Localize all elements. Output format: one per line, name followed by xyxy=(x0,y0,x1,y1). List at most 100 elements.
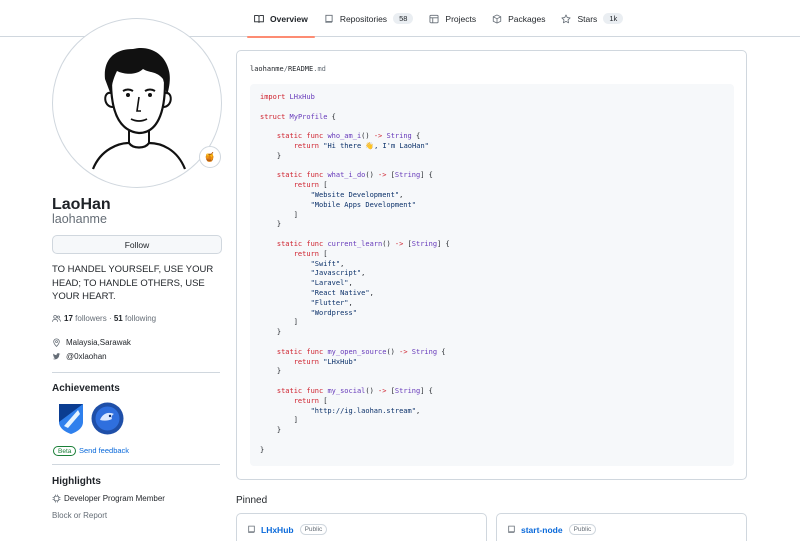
location-row: Malaysia,Sarawak xyxy=(52,338,131,347)
code-line: "Flutter", xyxy=(260,299,724,309)
code-line: "http://ig.laohan.stream", xyxy=(260,407,724,417)
readme-code-block: import LHxHub struct MyProfile { static … xyxy=(250,84,734,466)
following-link[interactable]: 51 following xyxy=(114,314,156,323)
location-icon xyxy=(53,338,60,347)
code-token: "Javascript" xyxy=(310,269,362,278)
achievement-badge-arctic-vault[interactable] xyxy=(56,402,86,434)
code-token: func xyxy=(306,171,324,180)
code-token: "Hi there 👋, I'm LaoHan" xyxy=(323,141,429,150)
avatar[interactable] xyxy=(52,18,222,188)
people-icon xyxy=(52,315,61,322)
follow-button[interactable]: Follow xyxy=(52,235,222,254)
code-token: () xyxy=(361,132,374,141)
tab-projects[interactable]: Projects xyxy=(422,0,483,37)
repo-icon xyxy=(508,525,515,533)
send-feedback-link[interactable]: Send feedback xyxy=(79,446,129,455)
code-token: } xyxy=(260,426,282,435)
code-token: MyProfile xyxy=(289,112,328,121)
code-token: ] xyxy=(260,210,298,219)
block-report-link[interactable]: Block or Report xyxy=(52,511,107,520)
profile-login: laohanme xyxy=(52,212,107,226)
code-token: , xyxy=(361,269,366,278)
code-line: "Mobile Apps Development" xyxy=(260,201,724,211)
tab-repositories[interactable]: Repositories 58 xyxy=(317,0,421,37)
profile-tabs: Overview Repositories 58 Projects Packag… xyxy=(247,0,632,38)
code-token: static xyxy=(276,386,303,395)
code-token: ] { xyxy=(420,171,433,180)
code-line: static func my_open_source() -> String { xyxy=(260,348,724,358)
tab-stars[interactable]: Stars 1k xyxy=(554,0,630,37)
profile-bio: TO HANDEL YOURSELF, USE YOUR HEAD; TO HA… xyxy=(52,264,214,302)
code-token: LHxHub xyxy=(289,93,315,101)
repo-icon xyxy=(325,14,333,23)
code-token: } xyxy=(260,151,282,160)
code-token: "React Native" xyxy=(310,288,370,297)
shark-badge-icon xyxy=(91,402,124,435)
code-token: [ xyxy=(386,386,395,395)
status-emoji[interactable]: 🍯 xyxy=(199,146,221,168)
code-token: ] { xyxy=(437,239,450,248)
code-token: () xyxy=(386,347,400,356)
code-token: "Mobile Apps Development" xyxy=(310,200,416,209)
code-token: [ xyxy=(319,249,328,258)
pinned-repo-link[interactable]: LHxHub Public xyxy=(247,524,328,535)
pinned-repo-link[interactable]: start-node Public xyxy=(507,524,597,535)
code-token: my_open_source xyxy=(327,347,387,356)
code-token: -> xyxy=(399,347,408,356)
twitter-icon xyxy=(52,353,61,360)
code-line: static func who_am_i() -> String { xyxy=(260,132,724,142)
code-token: func xyxy=(306,347,324,356)
following-count: 51 xyxy=(113,314,123,323)
readme-path: laohanme/README.md xyxy=(250,65,326,73)
repo-icon xyxy=(248,525,255,533)
code-line: static func what_i_do() -> [String] { xyxy=(260,171,724,181)
tab-overview[interactable]: Overview xyxy=(247,0,315,38)
code-token: () xyxy=(365,386,379,395)
code-line: return [ xyxy=(260,397,724,407)
code-line: ] xyxy=(260,211,724,221)
twitter-row: @0xlaohan xyxy=(52,352,107,361)
pinned-repo-name: LHxHub xyxy=(261,524,294,535)
twitter-link[interactable]: @0xlaohan xyxy=(66,352,107,361)
readme-owner-link[interactable]: laohanme xyxy=(250,65,284,73)
code-token: "LHxHub" xyxy=(323,357,357,366)
cpu-icon xyxy=(52,494,61,503)
repositories-count: 58 xyxy=(393,13,414,24)
tab-packages[interactable]: Packages xyxy=(485,0,552,37)
code-token: () xyxy=(365,171,379,180)
stars-count: 1k xyxy=(603,13,624,24)
highlights-title: Highlights xyxy=(52,476,101,487)
code-line: } xyxy=(260,367,724,377)
code-token: , xyxy=(340,259,345,268)
code-token: -> xyxy=(373,132,383,141)
code-line: } xyxy=(260,446,724,456)
code-line: static func my_social() -> [String] { xyxy=(260,387,724,397)
code-token: "Flutter" xyxy=(310,298,349,307)
readme-card: laohanme/README.md import LHxHub struct … xyxy=(236,50,747,480)
code-line: "Website Development", xyxy=(260,191,724,201)
code-token: return xyxy=(293,396,320,405)
code-line: "Swift", xyxy=(260,260,724,270)
code-line: } xyxy=(260,152,724,162)
code-token: { xyxy=(437,347,446,356)
code-token: { xyxy=(411,132,421,141)
code-token: , xyxy=(415,406,421,415)
code-token: "http://ig.laohan.stream" xyxy=(310,406,416,415)
achievement-badge-pull-shark[interactable] xyxy=(91,402,124,435)
code-line: } xyxy=(260,426,724,436)
stats-separator: · xyxy=(108,314,112,323)
code-token: who_am_i xyxy=(327,132,362,141)
code-token: return xyxy=(293,141,320,150)
followers-link[interactable]: 17 followers xyxy=(64,314,107,323)
pinned-repo-name: start-node xyxy=(521,524,563,535)
